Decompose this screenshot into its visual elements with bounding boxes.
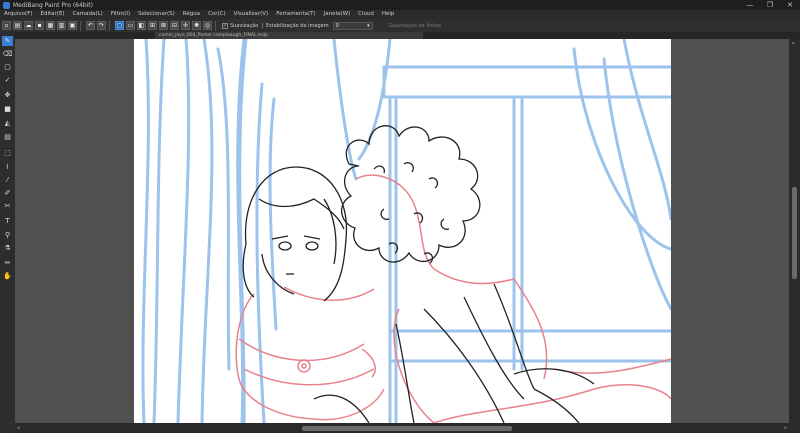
redo-button[interactable]: ↷: [97, 21, 106, 30]
chevron-down-icon: ▾: [367, 22, 370, 29]
top-toolbar: ▫ ▤ ☁ ▪ ▦ ▥ ▣ ↶ ↷ ▢ ▭ ◧ ⊞ ⊠ ⊟ ✢ ✺ ◎ ✓ Su…: [0, 19, 800, 33]
menu-arquivo[interactable]: Arquivo(F): [0, 10, 37, 19]
close-button[interactable]: ✕: [780, 0, 800, 10]
snap-parallel-button[interactable]: ⊟: [170, 21, 179, 30]
toolbar-separator: [109, 20, 110, 31]
open-file-button[interactable]: ▤: [13, 21, 22, 30]
pen-select-tool-icon[interactable]: ✐: [2, 188, 13, 198]
text-tool-icon[interactable]: T: [2, 216, 13, 226]
label-divider: |: [261, 22, 264, 29]
hand-tool-icon[interactable]: ✋: [2, 271, 13, 281]
layout-button[interactable]: ▥: [57, 21, 66, 30]
scroll-left-icon[interactable]: ◂: [17, 425, 20, 431]
check-tool-icon[interactable]: ✓: [2, 75, 13, 85]
toolbar-separator: [215, 20, 216, 31]
lasso-tool-icon[interactable]: ⌇: [2, 162, 13, 172]
eraser-tool-icon[interactable]: ⌫: [2, 49, 13, 59]
suavizacao-checkbox[interactable]: ✓: [222, 22, 228, 29]
invert-selection-button[interactable]: ◧: [137, 21, 146, 30]
scroll-right-icon[interactable]: ▸: [784, 425, 787, 431]
document-tab[interactable]: comm_jaye_004_Parker Lamploaugh_FINAL.md…: [155, 32, 423, 39]
undo-button[interactable]: ↶: [86, 21, 95, 30]
tool-panel: ✎ ⌫ ▢ ✓ ✥ ■ ◭ ▤ ⬚ ⌇ ⁄ ✐ ✂ T ⚲ ⚗ ✏ ✋: [0, 32, 16, 433]
menu-janela[interactable]: Janela(W): [320, 10, 355, 19]
brush-tool-icon[interactable]: ✎: [2, 36, 13, 46]
horizontal-scrollbar[interactable]: ◂ ▸: [15, 423, 789, 433]
app-logo-icon: [3, 1, 10, 9]
divide-tool-icon[interactable]: ⚲: [2, 230, 13, 240]
toolbar-separator: [80, 20, 81, 31]
artwork-sketch: [141, 39, 673, 423]
vertical-scrollbar[interactable]: ▴: [789, 39, 800, 423]
window-title: MediBang Paint Pro (64bit): [13, 1, 93, 9]
select-tool-icon[interactable]: ⬚: [2, 148, 13, 158]
snap-circle-button[interactable]: ◎: [203, 21, 212, 30]
menu-selecionar[interactable]: Selecionar(S): [134, 10, 179, 19]
estabilizacao-select[interactable]: 0 ▾: [332, 21, 373, 30]
select-all-button[interactable]: ▢: [115, 21, 124, 30]
snap-radial-button[interactable]: ✺: [192, 21, 201, 30]
eyedropper-tool-icon[interactable]: ⚗: [2, 243, 13, 253]
maximize-button[interactable]: ❐: [760, 0, 780, 10]
minimize-button[interactable]: —: [740, 0, 760, 10]
gradient-tool-icon[interactable]: ▤: [2, 132, 13, 142]
menu-cor[interactable]: Cor(C): [204, 10, 230, 19]
scroll-up-icon[interactable]: ▴: [792, 40, 795, 46]
snap-cross-button[interactable]: ✢: [181, 21, 190, 30]
title-bar: MediBang Paint Pro (64bit) — ❐ ✕: [0, 0, 800, 10]
deselect-button[interactable]: ▭: [126, 21, 135, 30]
menu-help[interactable]: Help: [378, 10, 399, 19]
estabilizacao-label: Estabilização de imagem: [266, 22, 329, 29]
grid-button[interactable]: ▣: [68, 21, 77, 30]
menu-visualizar[interactable]: Visualizar(V): [230, 10, 273, 19]
menu-cloud[interactable]: Cloud: [354, 10, 378, 19]
snap-off-button[interactable]: ⊠: [159, 21, 168, 30]
menu-ferramenta[interactable]: Ferramenta(T): [272, 10, 319, 19]
vertical-scroll-thumb[interactable]: [792, 187, 797, 279]
transform-button[interactable]: ⊞: [148, 21, 157, 30]
eraser-select-tool-icon[interactable]: ✂: [2, 201, 13, 211]
dot-tool-icon[interactable]: ▢: [2, 62, 13, 72]
menu-regua[interactable]: Régua: [179, 10, 204, 19]
menu-bar: Arquivo(F) Editar(E) Camada(L) Filtro(I)…: [0, 10, 800, 19]
document-tab-bar: comm_jaye_004_Parker Lamploaugh_FINAL.md…: [15, 32, 800, 39]
fill-rect-tool-icon[interactable]: ■: [2, 104, 13, 114]
horizontal-scroll-thumb[interactable]: [302, 426, 512, 431]
correcao-label: Suavização de linhas: [388, 22, 442, 29]
suavizacao-label: Suavização: [230, 22, 259, 29]
canvas-paper[interactable]: [134, 39, 673, 423]
magic-wand-tool-icon[interactable]: ⁄: [2, 175, 13, 185]
new-file-button[interactable]: ▫: [2, 21, 11, 30]
menu-editar[interactable]: Editar(E): [37, 10, 69, 19]
pipette-tool-icon[interactable]: ✏: [2, 258, 13, 268]
save-button[interactable]: ▪: [35, 21, 44, 30]
estabilizacao-value: 0: [335, 22, 339, 29]
panel-button[interactable]: ▦: [46, 21, 55, 30]
canvas-area[interactable]: [15, 39, 789, 423]
cloud-button[interactable]: ☁: [24, 21, 33, 30]
move-tool-icon[interactable]: ✥: [2, 90, 13, 100]
menu-filtro[interactable]: Filtro(I): [107, 10, 134, 19]
bucket-tool-icon[interactable]: ◭: [2, 118, 13, 128]
menu-camada[interactable]: Camada(L): [69, 10, 107, 19]
